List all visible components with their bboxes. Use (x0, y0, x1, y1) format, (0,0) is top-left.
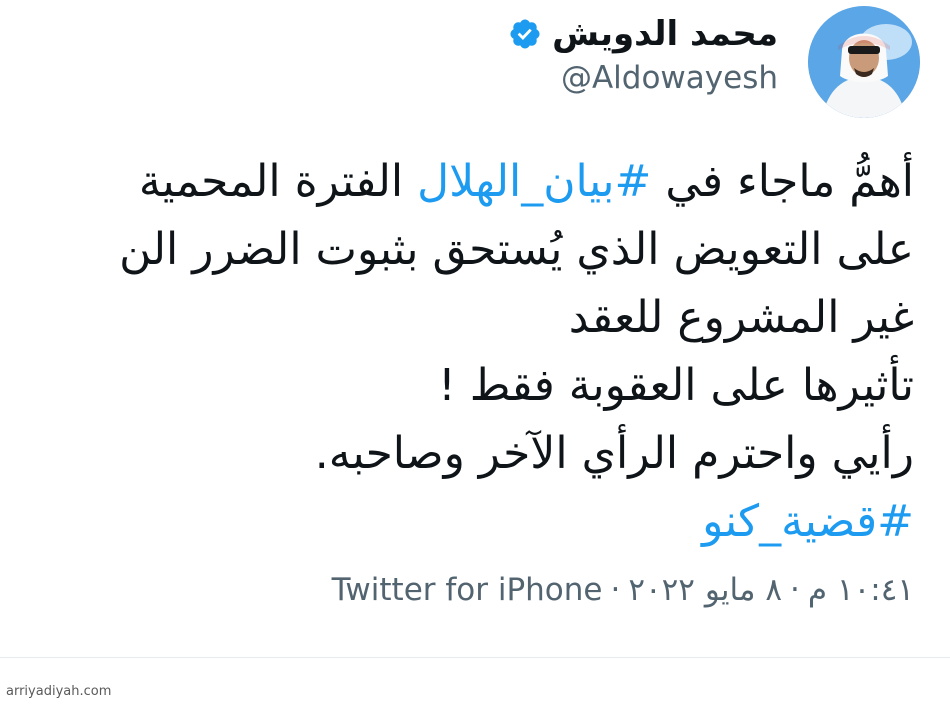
tweet-line: #قضية_كنو (14, 488, 914, 556)
verified-badge-icon (508, 17, 542, 51)
tweet-text-segment: الفترة المحمية (138, 156, 418, 207)
meta-separator: · (790, 572, 800, 608)
tweet-line: رأيي واحترم الرأي الآخر وصاحبه. (314, 428, 914, 479)
tweet-line: تأثيرها على العقوبة فقط ! (438, 360, 914, 411)
meta-separator: · (610, 572, 621, 608)
tweet-meta: ١٠:٤١ م·٨ مايو ٢٠٢٢·Twitter for iPhone (332, 572, 914, 608)
hashtag-link[interactable]: #قضية_كنو (702, 496, 914, 547)
tweet-line: على التعويض الذي يُستحق بثبوت الضرر الن (119, 224, 914, 275)
hashtag-link[interactable]: #بيان_الهلال (417, 156, 651, 207)
avatar[interactable] (808, 6, 920, 118)
tweet-card: محمد الدويش @Aldowayesh أهمُّ ماجاء في #… (0, 0, 950, 704)
tweet-line: غير المشروع للعقد (568, 292, 914, 343)
author-name-row: محمد الدويش (508, 8, 778, 60)
tweet-line: أهمُّ ماجاء في #بيان_الهلال الفترة المحم… (14, 148, 914, 216)
tweet-source[interactable]: Twitter for iPhone (332, 572, 603, 608)
author-display-name[interactable]: محمد الدويش (552, 14, 778, 54)
watermark: arriyadiyah.com (6, 684, 112, 699)
avatar-photo-icon (808, 6, 920, 118)
author-handle[interactable]: @Aldowayesh (561, 60, 778, 96)
tweet-text: أهمُّ ماجاء في #بيان_الهلال الفترة المحم… (14, 148, 914, 556)
divider (0, 657, 950, 658)
tweet-date[interactable]: ٨ مايو ٢٠٢٢ (628, 572, 782, 608)
tweet-time[interactable]: ١٠:٤١ م (808, 572, 914, 608)
tweet-text-segment: أهمُّ ماجاء في (651, 156, 914, 207)
